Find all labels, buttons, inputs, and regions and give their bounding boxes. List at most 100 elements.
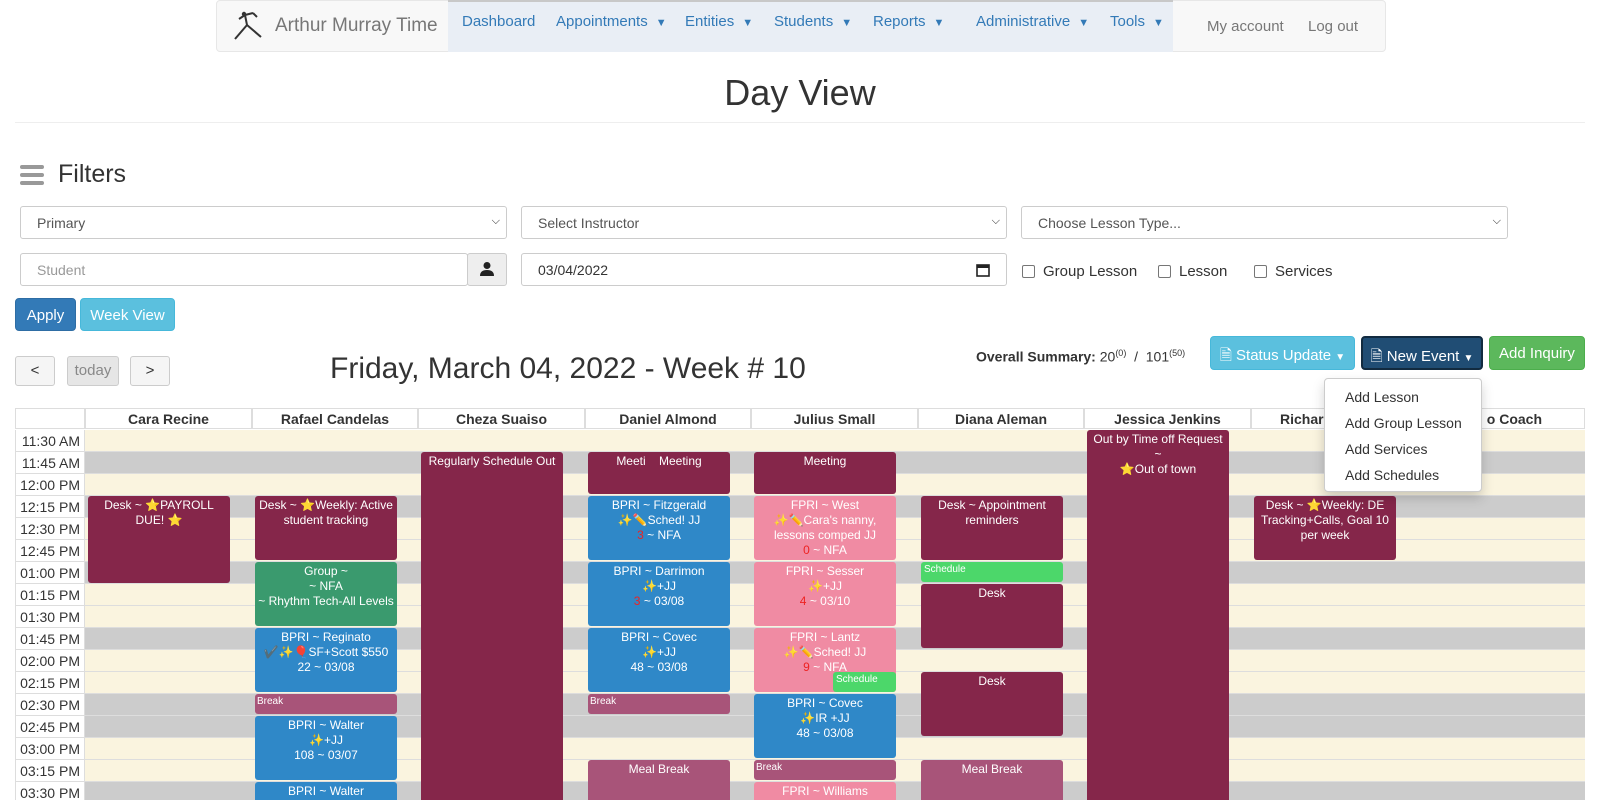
filters-toggle[interactable]: Filters (20, 160, 126, 189)
next-day-button[interactable]: > (130, 356, 170, 386)
instructor-select[interactable]: Select Instructor ⌵ (521, 206, 1007, 239)
lesson-checkbox[interactable]: Lesson (1158, 263, 1227, 280)
logout-link[interactable]: Log out (1308, 18, 1358, 35)
event-line: BPRI ~ Reginato (281, 630, 371, 644)
event-lesson[interactable]: BPRI ~ Walter (255, 782, 397, 800)
event-lesson[interactable]: FPRI ~ West ✨✏️Cara's nanny, lessons com… (754, 496, 896, 560)
event-line: Desk (978, 586, 1006, 600)
event-desk[interactable]: Desk ~ ⭐PAYROLL DUE! ⭐ (88, 496, 230, 583)
instructor-header: Diana Aleman (918, 408, 1084, 429)
event-lesson[interactable]: BPRI ~ Fitzgerald ✨✏️Sched! JJ 3 ~ NFA (588, 496, 730, 560)
user-icon (480, 262, 494, 276)
event-meeting[interactable]: Meeti Meeting (588, 452, 730, 494)
nav-dashboard[interactable]: Dashboard (462, 13, 535, 30)
caret-down-icon: ▼ (742, 17, 754, 29)
time-label: 11:30 AM (15, 430, 85, 452)
add-inquiry-button[interactable]: Add Inquiry (1489, 336, 1585, 370)
event-line: ✨✏️Sched! JJ (617, 513, 701, 527)
event-meeting[interactable]: Meeting (754, 452, 896, 494)
event-desk[interactable]: Desk (921, 672, 1063, 736)
event-line: Meal Break (628, 762, 690, 776)
event-line: BPRI ~ Fitzgerald (611, 498, 707, 512)
nav-reports[interactable]: Reports ▼ (873, 13, 944, 30)
nav-administrative[interactable]: Administrative ▼ (976, 13, 1089, 30)
event-lesson[interactable]: BPRI ~ Covec ✨IR +JJ 48 ~ 03/08 (754, 694, 896, 758)
status-update-button[interactable]: 🗎 Status Update ▼ (1210, 336, 1355, 370)
student-search-button[interactable] (467, 253, 507, 286)
top-navbar: Arthur Murray Time Dashboard Appointment… (216, 0, 1386, 52)
lesson-count: 9 (803, 660, 810, 674)
menu-add-schedules[interactable]: Add Schedules (1345, 467, 1439, 483)
chevron-down-icon: ⌵ (991, 215, 1000, 227)
group-lesson-checkbox[interactable]: Group Lesson (1022, 263, 1137, 280)
event-break[interactable]: Break (588, 694, 730, 714)
event-meal-break[interactable]: Meal Break (921, 760, 1063, 800)
time-label: 03:00 PM (15, 738, 85, 760)
event-line: ~ 03/10 (806, 594, 851, 608)
checkbox-box (1022, 265, 1035, 278)
new-event-button[interactable]: 🗎 New Event ▼ (1361, 336, 1483, 370)
student-input[interactable]: Student (20, 253, 468, 286)
event-lesson[interactable]: FPRI ~ Williams (754, 782, 896, 800)
event-line: reminders (965, 513, 1019, 527)
instructor-header: Rafael Candelas (252, 408, 418, 429)
overall-summary: Overall Summary: 20(0) / 101(50) (976, 348, 1185, 365)
prev-day-button[interactable]: < (15, 356, 55, 386)
event-schedule[interactable]: Schedule (921, 562, 1063, 582)
time-label: 02:30 PM (15, 694, 85, 716)
menu-add-services[interactable]: Add Services (1345, 441, 1427, 457)
time-column-header (15, 408, 85, 429)
menu-add-group-lesson[interactable]: Add Group Lesson (1345, 415, 1462, 431)
caret-down-icon: ▼ (933, 17, 945, 29)
nav-entities-label: Entities (685, 13, 735, 30)
event-group-lesson[interactable]: Group ~ ~ NFA ~ Rhythm Tech-All Levels (255, 562, 397, 626)
date-input[interactable]: 03/04/2022 (521, 253, 1007, 286)
apply-button[interactable]: Apply (15, 298, 76, 331)
location-select[interactable]: Primary ⌵ (20, 206, 507, 239)
event-lesson[interactable]: BPRI ~ Covec ✨+JJ 48 ~ 03/08 (588, 628, 730, 692)
nav-reports-label: Reports (873, 13, 926, 30)
event-line: student tracking (283, 513, 369, 527)
event-out[interactable]: Regularly Schedule Out (421, 452, 563, 800)
nav-tools[interactable]: Tools ▼ (1110, 13, 1164, 30)
time-label: 02:00 PM (15, 650, 85, 672)
event-line: ~ NFA (809, 543, 847, 557)
event-line: Desk ~ ⭐Weekly: Active (259, 498, 393, 512)
day-heading: Friday, March 04, 2022 - Week # 10 (330, 352, 806, 385)
event-line: ~ Rhythm Tech-All Levels (258, 594, 394, 608)
week-view-button[interactable]: Week View (80, 298, 175, 331)
today-button[interactable]: today (67, 356, 119, 386)
brand[interactable]: Arthur Murray Time (231, 9, 438, 43)
event-lesson[interactable]: FPRI ~ Sesser ✨+JJ 4 ~ 03/10 (754, 562, 896, 626)
event-time-off[interactable]: Out by Time off Request ~ ⭐Out of town (1087, 430, 1229, 800)
event-line: 48 ~ 03/08 (796, 726, 854, 740)
event-meal-break[interactable]: Meal Break (588, 760, 730, 800)
event-lesson[interactable]: BPRI ~ Darrimon ✨+JJ 3 ~ 03/08 (588, 562, 730, 626)
my-account-link[interactable]: My account (1207, 18, 1284, 35)
event-lesson[interactable]: BPRI ~ Reginato ✔️✨🎈SF+Scott $550 22 ~ 0… (255, 628, 397, 692)
event-desk[interactable]: Desk ~ ⭐Weekly: DE Tracking+Calls, Goal … (1254, 496, 1396, 560)
event-break[interactable]: Break (255, 694, 397, 714)
event-desk[interactable]: Desk ~ ⭐Weekly: Active student tracking (255, 496, 397, 560)
caret-down-icon: ▼ (655, 17, 667, 29)
event-lesson[interactable]: BPRI ~ Walter ✨+JJ 108 ~ 03/07 (255, 716, 397, 780)
event-line: BPRI ~ Covec (621, 630, 697, 644)
event-desk[interactable]: Desk ~ Appointment reminders (921, 496, 1063, 560)
nav-appointments[interactable]: Appointments ▼ (556, 13, 667, 30)
event-break[interactable]: Break (754, 760, 896, 780)
nav-students-label: Students (774, 13, 834, 30)
menu-add-lesson[interactable]: Add Lesson (1345, 389, 1419, 405)
chevron-down-icon: ⌵ (1492, 215, 1501, 227)
event-desk[interactable]: Desk (921, 584, 1063, 648)
services-checkbox[interactable]: Services (1254, 263, 1333, 280)
caret-down-icon: ▼ (1335, 352, 1346, 363)
nav-entities[interactable]: Entities ▼ (685, 13, 753, 30)
summary-label: Overall Summary: (976, 348, 1096, 365)
event-line: BPRI ~ Walter (288, 784, 364, 798)
summary-sup-b: (50) (1169, 348, 1186, 358)
lesson-type-select[interactable]: Choose Lesson Type... ⌵ (1021, 206, 1508, 239)
instructor-header: Cheza Suaiso (418, 408, 585, 429)
instructor-header: Julius Small (751, 408, 918, 429)
event-schedule[interactable]: Schedule (833, 672, 896, 692)
nav-students[interactable]: Students ▼ (774, 13, 852, 30)
